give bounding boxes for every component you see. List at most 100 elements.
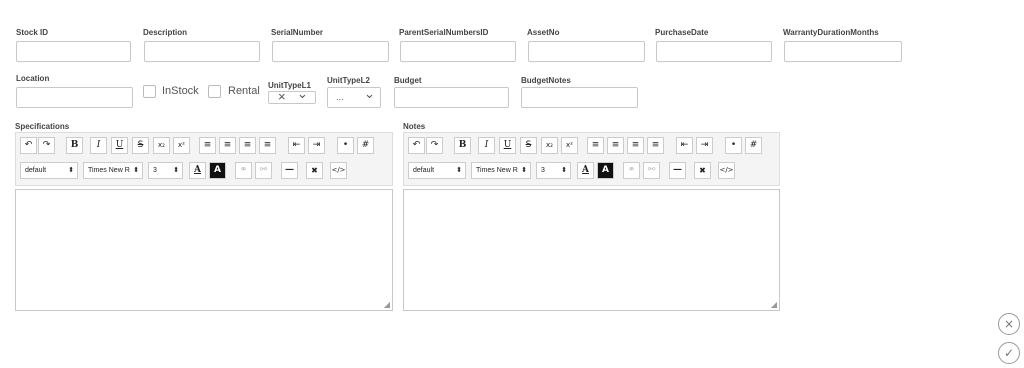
align-justify-icon[interactable]: ≡ <box>259 137 276 154</box>
align-right-icon[interactable]: ≡ <box>627 137 644 154</box>
confirm-button[interactable]: ✓ <box>998 342 1020 364</box>
align-right-icon[interactable]: ≡ <box>239 137 256 154</box>
background-color-button[interactable]: A <box>597 162 614 179</box>
unlink-icon[interactable]: ⚯ <box>643 162 660 179</box>
remove-format-button[interactable]: ✖ <box>694 162 711 179</box>
numbered-list-icon[interactable]: # <box>357 137 374 154</box>
asset-no-input[interactable] <box>528 41 645 62</box>
rental-label: Rental <box>228 85 260 97</box>
bullet-list-icon[interactable]: • <box>337 137 354 154</box>
outdent-icon[interactable]: ⇤ <box>288 137 305 154</box>
description-label: Description <box>143 28 188 37</box>
budget-input[interactable] <box>394 87 509 108</box>
asset-no-label: AssetNo <box>527 28 560 37</box>
redo-button[interactable]: ↷ <box>426 137 443 154</box>
remove-format-button[interactable]: ✖ <box>306 162 323 179</box>
stock-id-label: Stock ID <box>16 28 49 37</box>
resize-grip-icon[interactable]: ◢ <box>384 300 390 309</box>
font-family-value: Times New R <box>88 167 130 174</box>
horizontal-rule-icon[interactable]: — <box>281 162 298 179</box>
link-icon[interactable]: ⚭ <box>623 162 640 179</box>
unlink-icon[interactable]: ⚯ <box>255 162 272 179</box>
background-color-button[interactable]: A <box>209 162 226 179</box>
font-size-dropdown[interactable]: 3 ⬍ <box>148 162 183 179</box>
serial-number-input[interactable] <box>272 41 389 62</box>
underline-button[interactable]: U <box>111 137 128 154</box>
bullet-list-icon[interactable]: • <box>725 137 742 154</box>
purchase-date-input[interactable] <box>656 41 772 62</box>
warranty-input[interactable] <box>784 41 902 62</box>
align-justify-icon[interactable]: ≡ <box>647 137 664 154</box>
undo-button[interactable]: ↶ <box>408 137 425 154</box>
font-family-value: Times New R <box>476 167 518 174</box>
redo-button[interactable]: ↷ <box>38 137 55 154</box>
superscript-button[interactable]: x² <box>561 137 578 154</box>
unit-type2-label: UnitTypeL2 <box>327 76 370 85</box>
subscript-button[interactable]: x₂ <box>153 137 170 154</box>
horizontal-rule-icon[interactable]: — <box>669 162 686 179</box>
budget-notes-label: BudgetNotes <box>521 76 571 85</box>
location-input[interactable] <box>16 87 133 108</box>
font-family-dropdown[interactable]: Times New R ⬍ <box>471 162 531 179</box>
unit-type2-select[interactable]: ... ⌄ <box>327 86 381 108</box>
source-code-button[interactable]: </> <box>330 162 347 179</box>
specifications-label: Specifications <box>15 122 70 131</box>
italic-button[interactable]: I <box>478 137 495 154</box>
parent-serial-input[interactable] <box>400 41 516 62</box>
specifications-editor[interactable]: ◢ <box>15 189 393 311</box>
align-left-icon[interactable]: ≡ <box>199 137 216 154</box>
budget-label: Budget <box>394 76 422 85</box>
indent-icon[interactable]: ⇥ <box>308 137 325 154</box>
superscript-button[interactable]: x² <box>173 137 190 154</box>
align-center-icon[interactable]: ≡ <box>607 137 624 154</box>
stock-id-input[interactable] <box>16 41 131 62</box>
indent-icon[interactable]: ⇥ <box>696 137 713 154</box>
block-format-dropdown[interactable]: default ⬍ <box>20 162 78 179</box>
unit-type1-select[interactable]: × ⌄ <box>268 86 316 104</box>
source-code-button[interactable]: </> <box>718 162 735 179</box>
purchase-date-label: PurchaseDate <box>655 28 709 37</box>
clear-icon[interactable]: × <box>278 89 286 104</box>
budget-notes-input[interactable] <box>521 87 638 108</box>
dropdown-arrow-icon: ⬍ <box>561 167 567 174</box>
strikethrough-button[interactable]: S <box>132 137 149 154</box>
instock-checkbox[interactable] <box>143 85 156 98</box>
description-input[interactable] <box>144 41 260 62</box>
bold-button[interactable]: B <box>66 137 83 154</box>
block-format-value: default <box>25 167 47 174</box>
font-color-button[interactable]: A <box>577 162 594 179</box>
font-color-button[interactable]: A <box>189 162 206 179</box>
instock-label: InStock <box>162 85 199 97</box>
dropdown-arrow-icon: ⬍ <box>456 167 462 174</box>
strikethrough-button[interactable]: S <box>520 137 537 154</box>
font-family-dropdown[interactable]: Times New R ⬍ <box>83 162 143 179</box>
align-left-icon[interactable]: ≡ <box>587 137 604 154</box>
rental-checkbox[interactable] <box>208 85 221 98</box>
chevron-down-icon: ⌄ <box>297 86 308 101</box>
bold-button[interactable]: B <box>454 137 471 154</box>
underline-button[interactable]: U <box>499 137 516 154</box>
chevron-down-icon: ⌄ <box>364 86 375 101</box>
notes-label: Notes <box>403 122 426 131</box>
parent-serial-label: ParentSerialNumbersID <box>399 28 489 37</box>
dropdown-arrow-icon: ⬍ <box>521 167 527 174</box>
subscript-button[interactable]: x₂ <box>541 137 558 154</box>
specifications-toolbar: ↶ ↷ B I U S x₂ x² ≡ ≡ ≡ ≡ ⇤ ⇥ • # defaul… <box>15 132 393 186</box>
resize-grip-icon[interactable]: ◢ <box>771 300 777 309</box>
serial-number-label: SerialNumber <box>271 28 324 37</box>
font-size-value: 3 <box>541 167 545 174</box>
undo-button[interactable]: ↶ <box>20 137 37 154</box>
italic-button[interactable]: I <box>90 137 107 154</box>
font-size-value: 3 <box>153 167 157 174</box>
link-icon[interactable]: ⚭ <box>235 162 252 179</box>
outdent-icon[interactable]: ⇤ <box>676 137 693 154</box>
block-format-dropdown[interactable]: default ⬍ <box>408 162 466 179</box>
dropdown-arrow-icon: ⬍ <box>133 167 139 174</box>
numbered-list-icon[interactable]: # <box>745 137 762 154</box>
dropdown-arrow-icon: ⬍ <box>68 167 74 174</box>
notes-editor[interactable]: ◢ <box>403 189 780 311</box>
cancel-button[interactable]: × <box>998 313 1020 335</box>
font-size-dropdown[interactable]: 3 ⬍ <box>536 162 571 179</box>
notes-toolbar: ↶ ↷ B I U S x₂ x² ≡ ≡ ≡ ≡ ⇤ ⇥ • # defaul… <box>403 132 780 186</box>
align-center-icon[interactable]: ≡ <box>219 137 236 154</box>
